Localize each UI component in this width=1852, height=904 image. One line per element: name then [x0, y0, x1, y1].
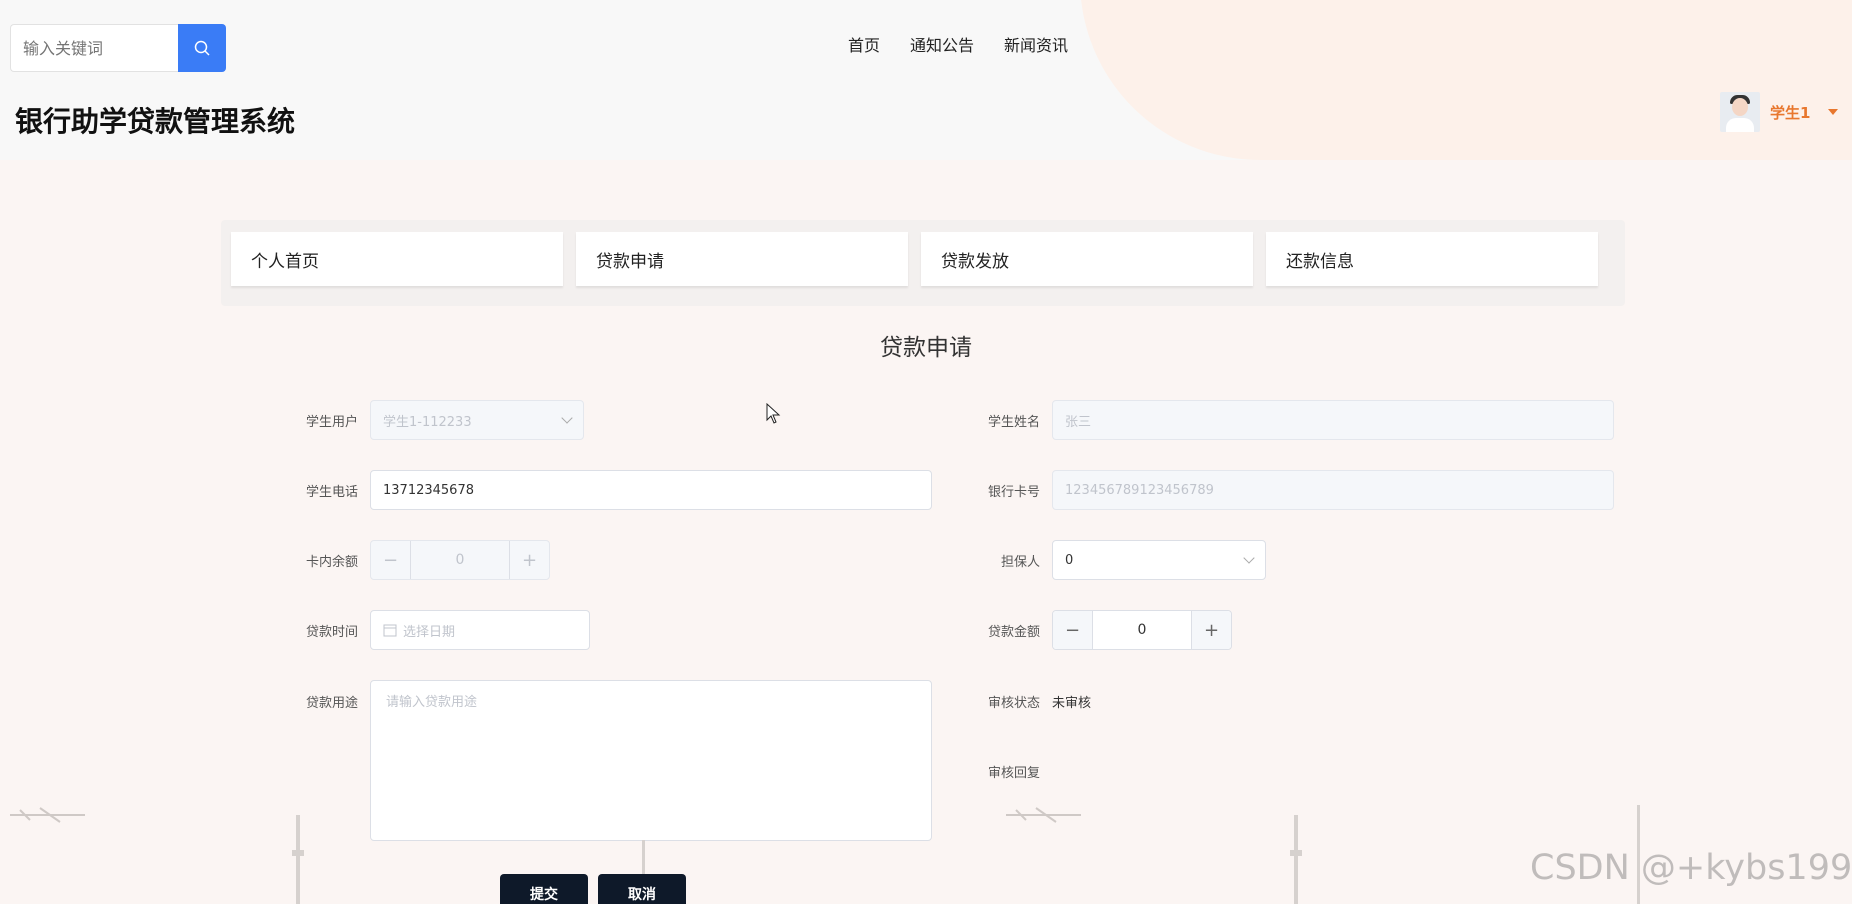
- student-user-select[interactable]: 学生1-112233: [370, 400, 584, 440]
- guarantor-value: 0: [1065, 552, 1074, 568]
- student-name-value: 张三: [1065, 414, 1092, 430]
- bank-card-label: 银行卡号: [987, 485, 1040, 500]
- loan-time-label: 贷款时间: [305, 625, 358, 640]
- caret-down-icon[interactable]: [1828, 109, 1839, 115]
- nav-notices[interactable]: 通知公告: [910, 32, 974, 56]
- bank-card-input[interactable]: 123456789123456789: [1052, 470, 1614, 510]
- student-user-value: 学生1-112233: [383, 414, 472, 430]
- loan-time-placeholder: 选择日期: [403, 624, 456, 640]
- chevron-down-icon: [561, 412, 573, 424]
- loan-amount-value: 0: [1137, 622, 1147, 638]
- user-menu[interactable]: 学生1: [1720, 92, 1839, 132]
- student-name-label: 学生姓名: [987, 415, 1040, 430]
- cancel-label: 取消: [628, 887, 656, 903]
- plus-icon[interactable]: +: [509, 541, 549, 579]
- avatar[interactable]: [1720, 92, 1760, 132]
- search-input[interactable]: [11, 25, 178, 71]
- header-decoration: [1080, 0, 1852, 160]
- minus-icon[interactable]: −: [1053, 611, 1093, 649]
- loan-amount-label: 贷款金额: [987, 625, 1040, 640]
- search-button[interactable]: [178, 24, 226, 72]
- header: 首页 通知公告 新闻资讯 银行助学贷款管理系统 学生1: [0, 0, 1852, 160]
- menu-item-loan-apply[interactable]: 贷款申请: [576, 232, 908, 286]
- loan-amount-stepper[interactable]: − 0 +: [1052, 610, 1232, 650]
- nav-home[interactable]: 首页: [848, 32, 880, 56]
- review-reply-label: 审核回复: [987, 766, 1040, 781]
- menu-item-repayment[interactable]: 还款信息: [1266, 232, 1598, 286]
- student-user-label: 学生用户: [305, 415, 358, 430]
- form-title: 贷款申请: [880, 335, 972, 361]
- loan-purpose-label: 贷款用途: [305, 696, 358, 711]
- guarantor-label: 担保人: [1000, 555, 1040, 570]
- menu-item-personal-home[interactable]: 个人首页: [231, 232, 563, 286]
- guarantor-select[interactable]: 0: [1052, 540, 1266, 580]
- menu-item-loan-issue[interactable]: 贷款发放: [921, 232, 1253, 286]
- plus-icon[interactable]: +: [1191, 611, 1231, 649]
- main-nav: 首页 通知公告 新闻资讯: [848, 32, 1068, 56]
- loan-time-picker[interactable]: 选择日期: [370, 610, 590, 650]
- student-phone-label: 学生电话: [305, 485, 358, 500]
- student-phone-input[interactable]: 13712345678: [370, 470, 932, 510]
- student-phone-value: 13712345678: [383, 482, 474, 498]
- site-title: 银行助学贷款管理系统: [15, 105, 296, 138]
- card-balance-value: 0: [455, 552, 465, 568]
- minus-icon[interactable]: −: [371, 541, 411, 579]
- bank-card-value: 123456789123456789: [1065, 482, 1214, 498]
- search-box: [10, 24, 178, 72]
- student-name-input[interactable]: 张三: [1052, 400, 1614, 440]
- mouse-cursor-icon: [766, 403, 781, 424]
- card-balance-stepper[interactable]: − 0 +: [370, 540, 550, 580]
- submit-label: 提交: [530, 887, 558, 903]
- user-name[interactable]: 学生1: [1770, 102, 1810, 123]
- card-balance-label: 卡内余额: [305, 555, 358, 570]
- nav-news[interactable]: 新闻资讯: [1004, 32, 1068, 56]
- chevron-down-icon: [1243, 552, 1255, 564]
- center-menu: 个人首页 贷款申请 贷款发放 还款信息: [221, 220, 1625, 306]
- search-icon: [194, 40, 210, 56]
- calendar-icon: [383, 624, 397, 637]
- loan-purpose-placeholder: 请输入贷款用途: [386, 695, 478, 710]
- submit-button[interactable]: 提交: [500, 874, 588, 904]
- review-status-value: 未审核: [1052, 696, 1092, 711]
- watermark: CSDN @+kybs1991: [1530, 848, 1852, 888]
- review-status-label: 审核状态: [987, 696, 1040, 711]
- cancel-button[interactable]: 取消: [598, 874, 686, 904]
